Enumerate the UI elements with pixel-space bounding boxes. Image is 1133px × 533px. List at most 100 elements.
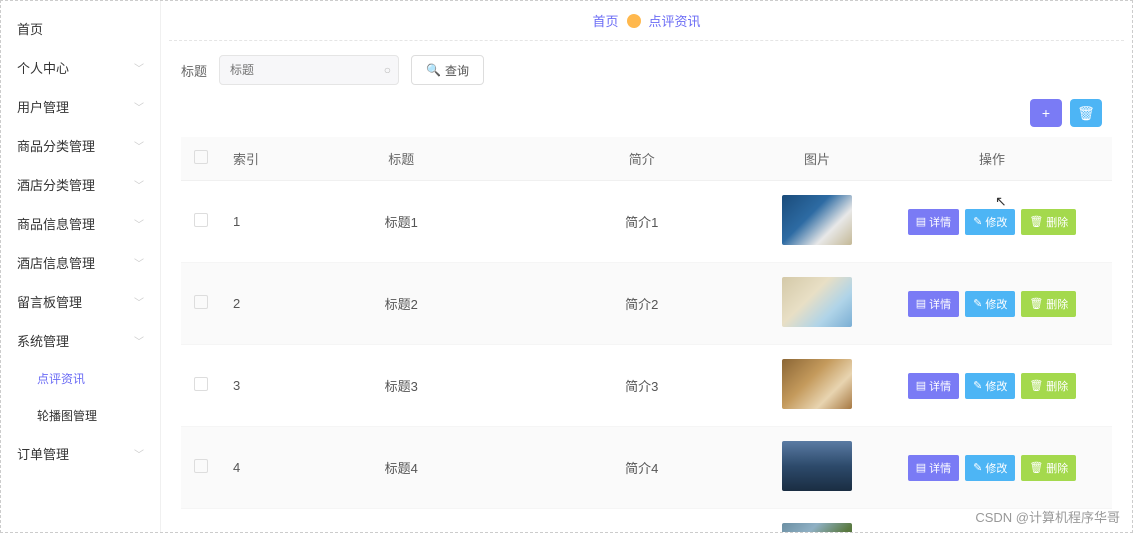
sidebar-item-label: 酒店分类管理	[17, 175, 95, 194]
chevron-down-icon: ﹀	[134, 333, 144, 348]
sidebar-item-label: 用户管理	[17, 97, 69, 116]
sidebar-item-reviews[interactable]: 点评资讯	[1, 360, 160, 397]
data-table-wrap: 索引 标题 简介 图片 操作 1 标题1 简介1	[161, 137, 1132, 532]
header-title: 标题	[281, 137, 522, 181]
trash-icon: 🗑	[1029, 297, 1043, 310]
main-content: 首页 点评资讯 标题 ○ 🔍 查询 + 🗑	[161, 1, 1132, 532]
thumbnail-image	[782, 441, 852, 491]
row-ops: ▤详情 ✎修改 🗑删除	[880, 209, 1104, 235]
edit-icon: ✎	[973, 215, 982, 228]
edit-button[interactable]: ✎修改	[965, 209, 1015, 235]
chevron-down-icon: ﹀	[134, 294, 144, 309]
toolbar: + 🗑	[161, 99, 1132, 137]
sidebar-item-system[interactable]: 系统管理 ﹀	[1, 321, 160, 360]
sidebar-item-label: 点评资讯	[37, 370, 85, 387]
bulk-delete-button[interactable]: 🗑	[1070, 99, 1102, 127]
table-row: 1 标题1 简介1 ▤详情 ✎修改 🗑删除	[181, 181, 1112, 263]
chevron-down-icon: ﹀	[134, 177, 144, 192]
chevron-down-icon: ﹀	[134, 99, 144, 114]
sidebar: 首页 个人中心 ﹀ 用户管理 ﹀ 商品分类管理 ﹀ 酒店分类管理 ﹀ 商品信息管…	[1, 1, 161, 532]
sidebar-item-label: 首页	[17, 19, 43, 38]
row-checkbox[interactable]	[194, 295, 208, 309]
header-image: 图片	[762, 137, 872, 181]
detail-button[interactable]: ▤详情	[908, 209, 959, 235]
sidebar-item-label: 酒店信息管理	[17, 253, 95, 272]
search-bar: 标题 ○ 🔍 查询	[161, 41, 1132, 99]
sidebar-item-product-info[interactable]: 商品信息管理 ﹀	[1, 204, 160, 243]
table-header-row: 索引 标题 简介 图片 操作	[181, 137, 1112, 181]
sidebar-item-label: 轮播图管理	[37, 407, 97, 424]
edit-button[interactable]: ✎修改	[965, 373, 1015, 399]
search-label: 标题	[181, 61, 207, 80]
cell-title: 标题5	[281, 509, 522, 533]
cell-summary: 简介3	[522, 345, 763, 427]
edit-button[interactable]: ✎修改	[965, 455, 1015, 481]
edit-icon: ✎	[973, 379, 982, 392]
sidebar-item-label: 订单管理	[17, 444, 69, 463]
row-ops: ▤详情 ✎修改 🗑删除	[880, 373, 1104, 399]
trash-icon: 🗑	[1029, 461, 1043, 474]
delete-button[interactable]: 🗑删除	[1021, 209, 1076, 235]
cell-index: 4	[221, 427, 281, 509]
thumbnail-image	[782, 523, 852, 532]
thumbnail-image	[782, 359, 852, 409]
cell-index: 2	[221, 263, 281, 345]
sidebar-item-label: 留言板管理	[17, 292, 82, 311]
chevron-down-icon: ﹀	[134, 446, 144, 461]
cell-index: 1	[221, 181, 281, 263]
thumbnail-image	[782, 195, 852, 245]
sidebar-item-personal[interactable]: 个人中心 ﹀	[1, 48, 160, 87]
search-icon: ○	[384, 63, 391, 77]
row-checkbox[interactable]	[194, 377, 208, 391]
add-button[interactable]: +	[1030, 99, 1062, 127]
sidebar-item-hotel-category[interactable]: 酒店分类管理 ﹀	[1, 165, 160, 204]
row-checkbox[interactable]	[194, 459, 208, 473]
thumbnail-image	[782, 277, 852, 327]
chevron-down-icon: ﹀	[134, 60, 144, 75]
edit-icon: ✎	[973, 461, 982, 474]
list-icon: ▤	[916, 461, 926, 474]
plus-icon: +	[1042, 105, 1050, 121]
row-checkbox[interactable]	[194, 213, 208, 227]
row-ops: ▤详情 ✎修改 🗑删除	[880, 291, 1104, 317]
sidebar-item-carousel[interactable]: 轮播图管理	[1, 397, 160, 434]
chevron-down-icon: ﹀	[134, 255, 144, 270]
sidebar-item-message-board[interactable]: 留言板管理 ﹀	[1, 282, 160, 321]
edit-button[interactable]: ✎修改	[965, 291, 1015, 317]
data-table: 索引 标题 简介 图片 操作 1 标题1 简介1	[181, 137, 1112, 532]
delete-button[interactable]: 🗑删除	[1021, 373, 1076, 399]
sidebar-item-product-category[interactable]: 商品分类管理 ﹀	[1, 126, 160, 165]
select-all-checkbox[interactable]	[194, 150, 208, 164]
sidebar-item-home[interactable]: 首页	[1, 9, 160, 48]
sidebar-item-orders[interactable]: 订单管理 ﹀	[1, 434, 160, 473]
sidebar-item-label: 个人中心	[17, 58, 69, 77]
breadcrumb: 首页 点评资讯	[169, 1, 1124, 41]
table-row: 3 标题3 简介3 ▤详情 ✎修改 🗑删除	[181, 345, 1112, 427]
cell-index: 3	[221, 345, 281, 427]
cell-summary: 简介2	[522, 263, 763, 345]
cell-summary: 简介1	[522, 181, 763, 263]
sidebar-item-hotel-info[interactable]: 酒店信息管理 ﹀	[1, 243, 160, 282]
header-ops: 操作	[872, 137, 1112, 181]
sidebar-item-label: 商品分类管理	[17, 136, 95, 155]
sidebar-item-label: 系统管理	[17, 331, 69, 350]
detail-button[interactable]: ▤详情	[908, 455, 959, 481]
list-icon: ▤	[916, 215, 926, 228]
sidebar-item-label: 商品信息管理	[17, 214, 95, 233]
delete-button[interactable]: 🗑删除	[1021, 291, 1076, 317]
cell-title: 标题3	[281, 345, 522, 427]
sidebar-item-users[interactable]: 用户管理 ﹀	[1, 87, 160, 126]
search-button[interactable]: 🔍 查询	[411, 55, 484, 85]
trash-icon: 🗑	[1029, 215, 1043, 228]
delete-button[interactable]: 🗑删除	[1021, 455, 1076, 481]
search-input[interactable]	[219, 55, 399, 85]
cell-summary: 简介5	[522, 509, 763, 533]
detail-button[interactable]: ▤详情	[908, 373, 959, 399]
search-button-label: 查询	[445, 62, 469, 79]
trash-icon: 🗑	[1029, 379, 1043, 392]
trash-icon: 🗑	[1077, 105, 1095, 122]
table-row: 2 标题2 简介2 ▤详情 ✎修改 🗑删除	[181, 263, 1112, 345]
cell-summary: 简介4	[522, 427, 763, 509]
detail-button[interactable]: ▤详情	[908, 291, 959, 317]
breadcrumb-home[interactable]: 首页	[592, 11, 618, 30]
